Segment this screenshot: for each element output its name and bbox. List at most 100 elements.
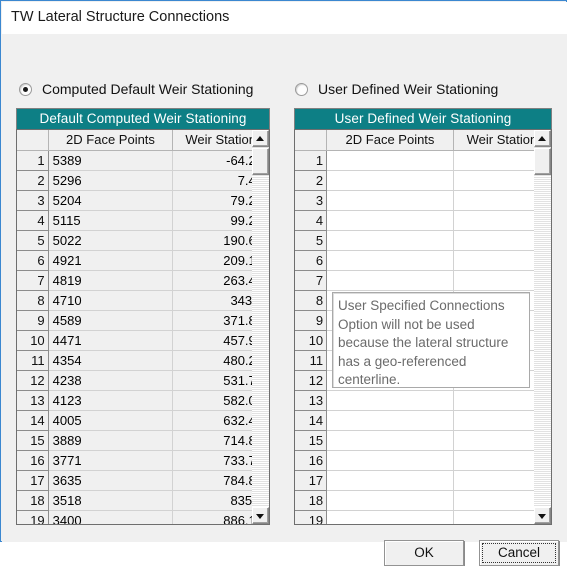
table-row[interactable]: 6 <box>295 250 551 271</box>
cell-face-points[interactable] <box>326 450 454 471</box>
table-row[interactable]: 3 5204 79.26 <box>17 190 269 211</box>
cell-face-points[interactable] <box>326 490 454 511</box>
scrollbar-track[interactable] <box>534 147 551 507</box>
cell-face-points[interactable] <box>326 250 454 271</box>
scrollbar-track[interactable] <box>252 147 269 507</box>
default-computed-scrollbar[interactable] <box>252 130 269 524</box>
row-number: 3 <box>295 190 328 211</box>
table-row[interactable]: 15 3889 714.83 <box>17 430 269 451</box>
table-row[interactable]: 9 4589 371.88 <box>17 310 269 331</box>
radio-option-computed-default[interactable]: Computed Default Weir Stationing <box>19 79 253 99</box>
row-number: 2 <box>17 170 49 191</box>
scrollbar-thumb[interactable] <box>534 148 551 175</box>
cell-face-points[interactable]: 4354 <box>48 350 174 371</box>
cell-face-points[interactable] <box>326 270 454 291</box>
cell-face-points[interactable] <box>326 190 454 211</box>
default-computed-table[interactable]: 2D Face Points Weir Station 1 5389 -64.28 2… <box>17 130 269 524</box>
cell-face-points[interactable] <box>326 150 454 171</box>
table-row[interactable]: 19 <box>295 510 551 524</box>
row-number: 16 <box>17 450 49 471</box>
table-row[interactable]: 13 <box>295 390 551 411</box>
radio-label-computed-default: Computed Default Weir Stationing <box>42 81 254 97</box>
table-row[interactable]: 14 <box>295 410 551 431</box>
cell-face-points[interactable]: 4819 <box>48 270 174 291</box>
table-row[interactable]: 18 <box>295 490 551 511</box>
row-number: 4 <box>295 210 328 231</box>
cell-face-points[interactable]: 4471 <box>48 330 174 351</box>
cell-face-points[interactable]: 4238 <box>48 370 174 391</box>
table-row[interactable]: 18 3518 835.8 <box>17 490 269 511</box>
table-row[interactable]: 16 3771 733.78 <box>17 450 269 471</box>
table-row[interactable]: 11 4354 480.28 <box>17 350 269 371</box>
cell-face-points[interactable]: 4589 <box>48 310 174 331</box>
row-number: 17 <box>17 470 49 491</box>
table-row[interactable]: 19 3400 886.12 <box>17 510 269 524</box>
column-header-rownum <box>17 130 49 151</box>
table-row[interactable]: 8 4710 343.4 <box>17 290 269 311</box>
cell-face-points[interactable]: 5389 <box>48 150 174 171</box>
row-number: 13 <box>17 390 49 411</box>
cell-face-points[interactable] <box>326 430 454 451</box>
table-row[interactable]: 16 <box>295 450 551 471</box>
cell-face-points[interactable] <box>326 230 454 251</box>
table-row[interactable]: 1 5389 -64.28 <box>17 150 269 171</box>
table-row[interactable]: 7 <box>295 270 551 291</box>
title-bar: TW Lateral Structure Connections <box>2 2 567 34</box>
cell-face-points[interactable] <box>326 510 454 524</box>
default-computed-table-header: 2D Face Points Weir Station <box>17 130 269 151</box>
cell-face-points[interactable] <box>326 470 454 491</box>
table-row[interactable]: 17 <box>295 470 551 491</box>
cell-face-points[interactable] <box>326 390 454 411</box>
chevron-up-icon <box>256 136 264 141</box>
cell-face-points[interactable]: 4123 <box>48 390 174 411</box>
cell-face-points[interactable]: 3889 <box>48 430 174 451</box>
ok-button[interactable]: OK <box>384 540 464 566</box>
cell-face-points[interactable]: 3518 <box>48 490 174 511</box>
cell-face-points[interactable] <box>326 410 454 431</box>
table-row[interactable]: 6 4921 209.18 <box>17 250 269 271</box>
radio-button-user-defined[interactable] <box>295 82 308 96</box>
table-row[interactable]: 12 4238 531.71 <box>17 370 269 391</box>
radio-button-computed-default[interactable] <box>19 82 32 96</box>
table-row[interactable]: 3 <box>295 190 551 211</box>
user-defined-grid-wrap: 2D Face Points Weir Station 1 2 3 4 5 6 7 8 9 10 1… <box>294 129 552 525</box>
cell-face-points[interactable]: 5022 <box>48 230 174 251</box>
cancel-button[interactable]: Cancel <box>479 540 559 566</box>
scroll-up-button[interactable] <box>252 130 269 147</box>
cell-face-points[interactable]: 5204 <box>48 190 174 211</box>
cell-face-points[interactable] <box>326 210 454 231</box>
table-row[interactable]: 1 <box>295 150 551 171</box>
scroll-down-button[interactable] <box>534 507 551 524</box>
table-row[interactable]: 7 4819 263.43 <box>17 270 269 291</box>
cell-face-points[interactable]: 5115 <box>48 210 174 231</box>
table-row[interactable]: 13 4123 582.06 <box>17 390 269 411</box>
cell-face-points[interactable]: 3635 <box>48 470 174 491</box>
table-row[interactable]: 5 <box>295 230 551 251</box>
row-number: 18 <box>295 490 328 511</box>
table-row[interactable]: 5 5022 190.61 <box>17 230 269 251</box>
row-number: 6 <box>295 250 328 271</box>
column-header-face-points: 2D Face Points <box>326 130 454 151</box>
scroll-up-button[interactable] <box>534 130 551 147</box>
table-row[interactable]: 15 <box>295 430 551 451</box>
table-row[interactable]: 4 5115 99.22 <box>17 210 269 231</box>
cell-face-points[interactable]: 4710 <box>48 290 174 311</box>
cell-face-points[interactable]: 5296 <box>48 170 174 191</box>
cell-face-points[interactable]: 3771 <box>48 450 174 471</box>
scroll-down-button[interactable] <box>252 507 269 524</box>
cell-face-points[interactable]: 3400 <box>48 510 174 524</box>
user-defined-scrollbar[interactable] <box>534 130 551 524</box>
table-row[interactable]: 10 4471 457.92 <box>17 330 269 351</box>
table-row[interactable]: 2 <box>295 170 551 191</box>
radio-option-user-defined[interactable]: User Defined Weir Stationing <box>295 79 498 99</box>
cell-face-points[interactable] <box>326 170 454 191</box>
cell-face-points[interactable]: 4921 <box>48 250 174 271</box>
table-row[interactable]: 17 3635 784.81 <box>17 470 269 491</box>
dialog-client-area: Computed Default Weir Stationing User De… <box>2 34 567 566</box>
table-row[interactable]: 14 4005 632.42 <box>17 410 269 431</box>
table-row[interactable]: 2 5296 7.41 <box>17 170 269 191</box>
scrollbar-thumb[interactable] <box>252 148 269 175</box>
table-row[interactable]: 4 <box>295 210 551 231</box>
row-number: 12 <box>17 370 49 391</box>
cell-face-points[interactable]: 4005 <box>48 410 174 431</box>
